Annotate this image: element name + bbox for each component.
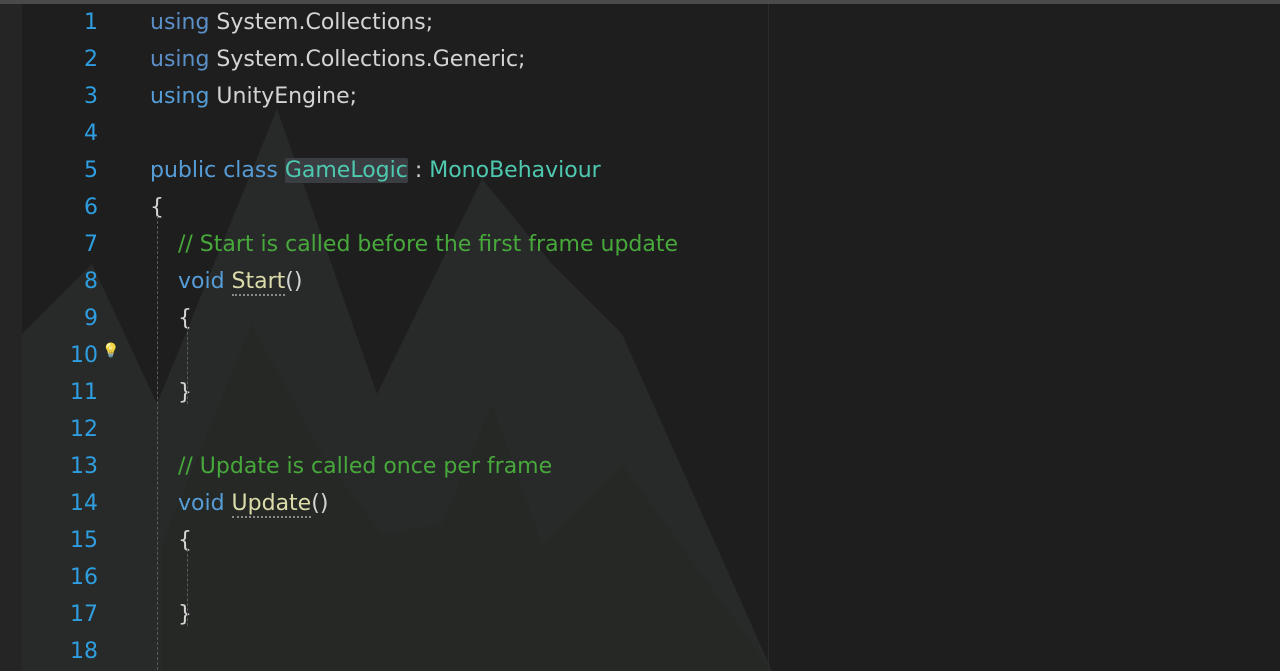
indent-guide [157, 216, 158, 670]
code-token: using [150, 84, 210, 109]
code-token: () [311, 491, 329, 516]
code-line[interactable]: using UnityEngine; [150, 78, 357, 115]
code-token: class [223, 158, 278, 183]
code-token: System.Collections.Generic; [209, 47, 526, 72]
code-token: public [150, 158, 217, 183]
code-token: UnityEngine; [209, 84, 358, 109]
code-line[interactable]: void Update() [150, 485, 328, 522]
code-token: GameLogic [284, 158, 408, 183]
lightbulb-icon[interactable]: 💡 [102, 343, 119, 359]
code-token: Update [231, 491, 312, 518]
code-line[interactable]: using System.Collections; [150, 4, 433, 41]
code-token: : [407, 158, 430, 183]
code-editor[interactable]: using System.Collections; using System.Co… [22, 4, 1280, 671]
code-token: using [150, 10, 210, 35]
code-token: using [150, 47, 210, 72]
code-line[interactable]: // Start is called before the first fram… [150, 226, 678, 263]
code-token: // Update is called once per frame [177, 454, 553, 479]
activity-strip [0, 4, 22, 671]
code-token: void [177, 269, 225, 294]
code-token: // Start is called before the first fram… [177, 232, 679, 257]
code-line[interactable]: // Update is called once per frame [150, 448, 552, 485]
indent-guide [187, 327, 188, 404]
code-line[interactable]: using System.Collections.Generic; [150, 41, 525, 78]
code-line[interactable]: void Start() [150, 263, 302, 300]
code-token: void [177, 491, 225, 516]
indent-guide [187, 549, 188, 626]
code-token: System.Collections; [209, 10, 434, 35]
code-token: () [285, 269, 303, 294]
code-line[interactable]: public class GameLogic : MonoBehaviour [150, 152, 601, 189]
code-token: MonoBehaviour [429, 158, 601, 183]
code-token: Start [231, 269, 286, 296]
